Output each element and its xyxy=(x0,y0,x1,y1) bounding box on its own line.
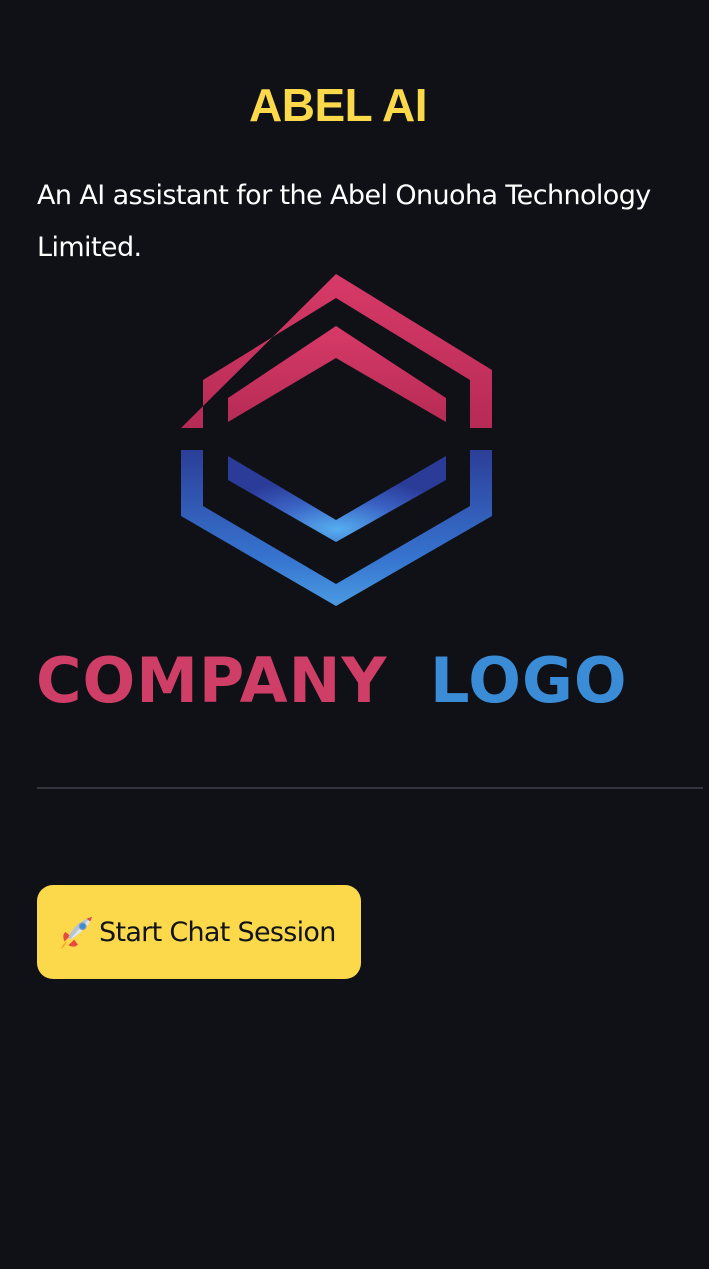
company-logo: COMPANY LOGO xyxy=(36,270,638,720)
start-chat-session-button[interactable]: Start Chat Session xyxy=(37,885,361,979)
page-title: ABEL AI xyxy=(249,79,427,131)
start-chat-session-label: Start Chat Session xyxy=(99,916,336,948)
logo-word-company: COMPANY xyxy=(36,644,388,717)
hexagon-logo-icon: COMPANY LOGO xyxy=(36,274,628,717)
page-subtitle: An AI assistant for the Abel Onuoha Tech… xyxy=(37,180,651,263)
section-divider xyxy=(37,787,703,789)
app-root: ABEL AI An AI assistant for the Abel Onu… xyxy=(0,0,709,1269)
logo-word-logo: LOGO xyxy=(430,644,628,717)
rocket-icon xyxy=(60,916,93,950)
